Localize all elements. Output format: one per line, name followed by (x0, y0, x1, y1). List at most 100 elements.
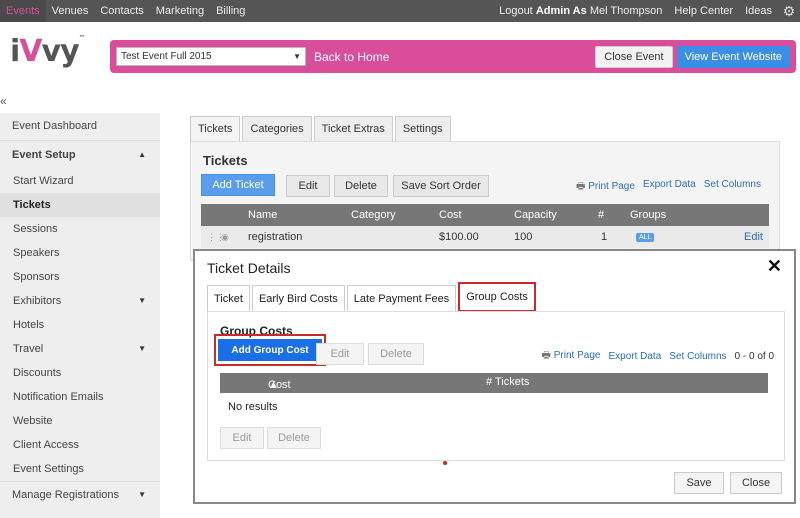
tickets-panel: Tickets Add Ticket Edit Delete Save Sort… (190, 141, 780, 261)
print-page-link[interactable]: 🖶 Print Page (542, 348, 601, 365)
sidebar-item-start-wizard[interactable]: Start Wizard (0, 169, 160, 193)
sidebar-item-client-access[interactable]: Client Access (0, 433, 160, 457)
sidebar-item-event-dashboard[interactable]: Event Dashboard (0, 113, 160, 140)
tab-settings[interactable]: Settings (394, 116, 451, 141)
logo-vy: vy (41, 34, 80, 69)
nav-contacts[interactable]: Contacts (94, 0, 149, 22)
tab-categories[interactable]: Categories (242, 116, 312, 141)
tab-late-payment-fees[interactable]: Late Payment Fees (346, 285, 457, 311)
row-edit-link[interactable]: Edit (744, 231, 763, 243)
sidebar-item-notification-emails[interactable]: Notification Emails (0, 385, 160, 409)
sidebar-item-travel[interactable]: Travel ▼ (0, 337, 160, 361)
tab-early-bird-costs[interactable]: Early Bird Costs (251, 285, 345, 311)
ticket-details-modal: Ticket Details ✕ Ticket Early Bird Costs… (193, 249, 796, 504)
col-cost-label: Cost (268, 379, 291, 391)
tab-group-costs[interactable]: Group Costs (458, 282, 536, 312)
sidebar-item-event-settings[interactable]: Event Settings (0, 457, 160, 481)
logout-label: Logout (499, 5, 533, 17)
sidebar-item-sessions[interactable]: Sessions (0, 217, 160, 241)
edit-button[interactable]: Edit (286, 175, 330, 197)
view-event-website-button[interactable]: View Event Website (676, 45, 790, 68)
record-count: 0 - 0 of 0 (734, 351, 774, 362)
cursor-dot (443, 461, 447, 465)
group-costs-toolbar: 🖶 Print Page Export Data Set Columns 0 -… (542, 348, 774, 365)
tab-tickets[interactable]: Tickets (190, 116, 241, 141)
col-name[interactable]: Name (248, 209, 277, 221)
back-to-home-link[interactable]: Back to Home (314, 50, 389, 64)
footer-edit-button[interactable]: Edit (220, 427, 264, 449)
delete-button[interactable]: Delete (334, 175, 388, 197)
col-category[interactable]: Category (351, 209, 396, 221)
sidebar-item-website[interactable]: Website (0, 409, 160, 433)
event-select[interactable]: Test Event Full 2015 ▼ (116, 47, 306, 66)
modal-tabs: Ticket Early Bird Costs Late Payment Fee… (207, 282, 538, 312)
group-costs-panel: Group Costs Add Group Cost Edit Delete 🖶… (207, 311, 785, 461)
nav-events[interactable]: Events (0, 0, 46, 22)
save-button[interactable]: Save (674, 472, 724, 494)
sidebar-item-label: Exhibitors (13, 295, 62, 307)
help-center-link[interactable]: Help Center (668, 5, 739, 17)
sidebar-item-label: Travel (13, 343, 44, 355)
nav-billing[interactable]: Billing (210, 0, 251, 22)
tab-ticket-extras[interactable]: Ticket Extras (313, 116, 393, 141)
gear-icon[interactable]: ⚙ (778, 0, 800, 22)
logout-link[interactable]: Logout Admin As Mel Thompson (493, 5, 668, 17)
delete-button[interactable]: Delete (368, 343, 424, 365)
set-columns-link[interactable]: Set Columns (704, 179, 761, 196)
edit-button[interactable]: Edit (316, 343, 364, 365)
group-costs-table-header: ▲ Cost # Tickets (220, 373, 768, 393)
sidebar-item-tickets[interactable]: Tickets (0, 193, 160, 217)
sidebar-item-speakers[interactable]: Speakers (0, 241, 160, 265)
printer-icon: 🖶 (576, 181, 586, 192)
col-groups[interactable]: Groups (630, 209, 666, 221)
logo-i: i (10, 34, 20, 69)
print-page-label: Print Page (553, 350, 601, 361)
no-results-text: No results (228, 401, 278, 413)
footer-delete-button[interactable]: Delete (267, 427, 321, 449)
export-data-link[interactable]: Export Data (608, 351, 661, 362)
save-sort-order-button[interactable]: Save Sort Order (393, 175, 489, 197)
tickets-table-header: Name Category Cost Capacity # Groups (201, 204, 769, 226)
sidebar-item-manage-registrations[interactable]: Manage Registrations ▼ (0, 482, 160, 508)
col-capacity[interactable]: Capacity (514, 209, 557, 221)
sidebar-item-label: Manage Registrations (12, 489, 120, 501)
table-row[interactable]: ⋮⋮ ◉ registration $100.00 100 1 ALL Edit (201, 226, 769, 248)
logout-name: Mel Thompson (589, 5, 663, 17)
ideas-link[interactable]: Ideas (739, 5, 778, 17)
logo-v: V (19, 34, 42, 69)
add-group-cost-button[interactable]: Add Group Cost (218, 339, 322, 361)
set-columns-link[interactable]: Set Columns (669, 351, 726, 362)
sidebar-item-sponsors[interactable]: Sponsors (0, 265, 160, 289)
caret-down-icon: ▼ (138, 344, 146, 353)
caret-up-icon: ▲ (138, 150, 146, 159)
sidebar-item-event-setup[interactable]: Event Setup ▲ (0, 141, 160, 169)
tab-ticket[interactable]: Ticket (207, 285, 250, 311)
caret-down-icon: ▼ (138, 490, 146, 499)
col-number[interactable]: # (598, 209, 604, 221)
collapse-sidebar-icon[interactable]: « (0, 94, 7, 108)
export-data-link[interactable]: Export Data (643, 179, 696, 196)
add-ticket-button[interactable]: Add Ticket (201, 174, 275, 196)
event-select-value: Test Event Full 2015 (121, 51, 212, 62)
modal-title: Ticket Details (207, 260, 291, 276)
sidebar-item-hotels[interactable]: Hotels (0, 313, 160, 337)
nav-marketing[interactable]: Marketing (150, 0, 210, 22)
close-button[interactable]: Close (730, 472, 782, 494)
radio-icon[interactable]: ◉ (221, 232, 229, 243)
ivvy-logo[interactable]: iVvy™ (10, 34, 86, 69)
logo-tm: ™ (78, 34, 86, 42)
sidebar-item-label: Event Setup (12, 149, 76, 161)
page-title: Tickets (203, 153, 248, 168)
col-tickets[interactable]: # Tickets (486, 376, 529, 388)
printer-icon: 🖶 (541, 350, 551, 361)
print-page-link[interactable]: 🖶 Print Page (576, 179, 635, 196)
col-cost[interactable]: Cost (439, 209, 462, 221)
close-event-button[interactable]: Close Event (595, 45, 673, 68)
nav-venues[interactable]: Venues (46, 0, 95, 22)
close-icon[interactable]: ✕ (767, 256, 782, 277)
sidebar-item-discounts[interactable]: Discounts (0, 361, 160, 385)
sidebar-item-exhibitors[interactable]: Exhibitors ▼ (0, 289, 160, 313)
caret-down-icon: ▼ (138, 296, 146, 305)
ticket-number: 1 (601, 231, 608, 243)
modal-footer: Save Close (674, 472, 782, 494)
